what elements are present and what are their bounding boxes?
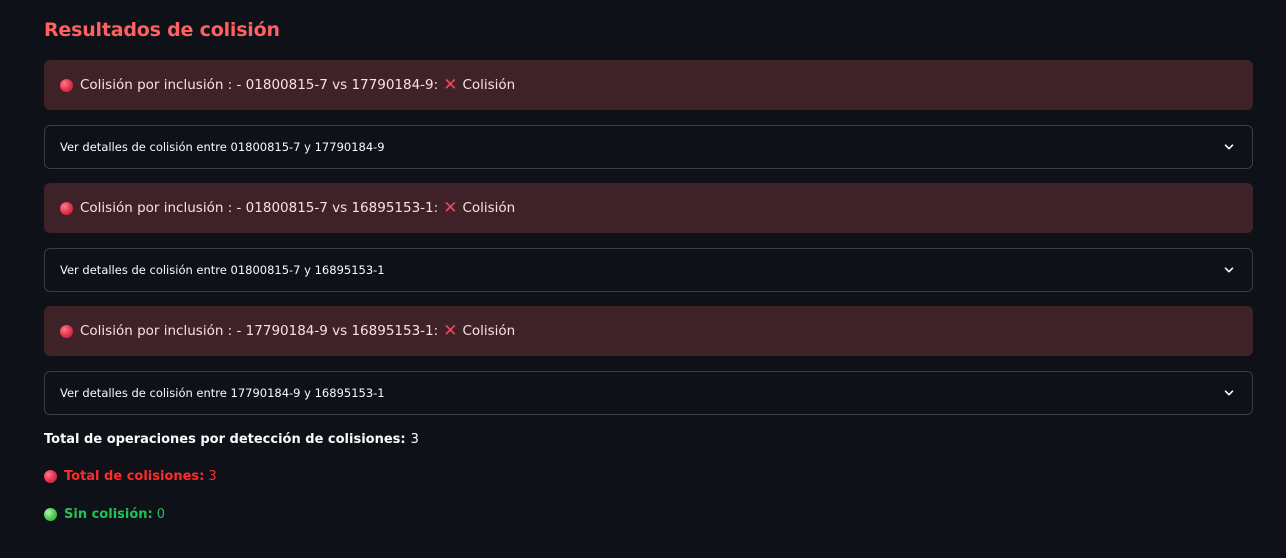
cross-mark-icon: ✕ (443, 74, 458, 95)
total-collisions-stat: Total de colisiones: 3 (44, 469, 217, 484)
total-collisions-label: Total de colisiones: (64, 469, 205, 484)
no-collision-stat: Sin colisión: 0 (44, 507, 165, 522)
red-circle-icon (60, 324, 73, 338)
collision-alert: Colisión por inclusión : - 01800815-7 vs… (44, 60, 1253, 110)
total-operations-value: 3 (410, 432, 419, 447)
collision-status: Colisión (462, 200, 516, 216)
total-collisions-value: 3 (208, 469, 217, 484)
chevron-down-icon (1224, 144, 1234, 150)
red-circle-icon (60, 201, 73, 215)
collision-alert: Colisión por inclusión : - 17790184-9 vs… (44, 306, 1253, 356)
cross-mark-icon: ✕ (443, 197, 458, 218)
expander-label: Ver detalles de colisión entre 01800815-… (60, 140, 385, 154)
chevron-down-icon (1224, 390, 1234, 396)
green-circle-icon (44, 508, 57, 521)
collision-status: Colisión (462, 77, 516, 93)
expander-label: Ver detalles de colisión entre 17790184-… (60, 386, 385, 400)
collision-results-page: Resultados de colisión Colisión por incl… (0, 0, 1286, 558)
expander-label: Ver detalles de colisión entre 01800815-… (60, 263, 385, 277)
collision-status: Colisión (462, 323, 516, 339)
chevron-down-icon (1224, 267, 1234, 273)
collision-alert: Colisión por inclusión : - 01800815-7 vs… (44, 183, 1253, 233)
collision-details-expander[interactable]: Ver detalles de colisión entre 01800815-… (44, 248, 1253, 292)
red-circle-icon (44, 470, 57, 483)
no-collision-label: Sin colisión: (64, 507, 153, 522)
collision-details-expander[interactable]: Ver detalles de colisión entre 17790184-… (44, 371, 1253, 415)
collision-alert-text: Colisión por inclusión : - 01800815-7 vs… (80, 200, 439, 216)
collision-alert-text: Colisión por inclusión : - 17790184-9 vs… (80, 323, 439, 339)
collision-alert-text: Colisión por inclusión : - 01800815-7 vs… (80, 77, 439, 93)
collision-details-expander[interactable]: Ver detalles de colisión entre 01800815-… (44, 125, 1253, 169)
total-operations-stat: Total de operaciones por detección de co… (44, 432, 419, 447)
red-circle-icon (60, 78, 73, 92)
no-collision-value: 0 (156, 507, 166, 522)
page-title: Resultados de colisión (44, 19, 280, 41)
total-operations-label: Total de operaciones por detección de co… (44, 432, 406, 447)
cross-mark-icon: ✕ (443, 320, 458, 341)
